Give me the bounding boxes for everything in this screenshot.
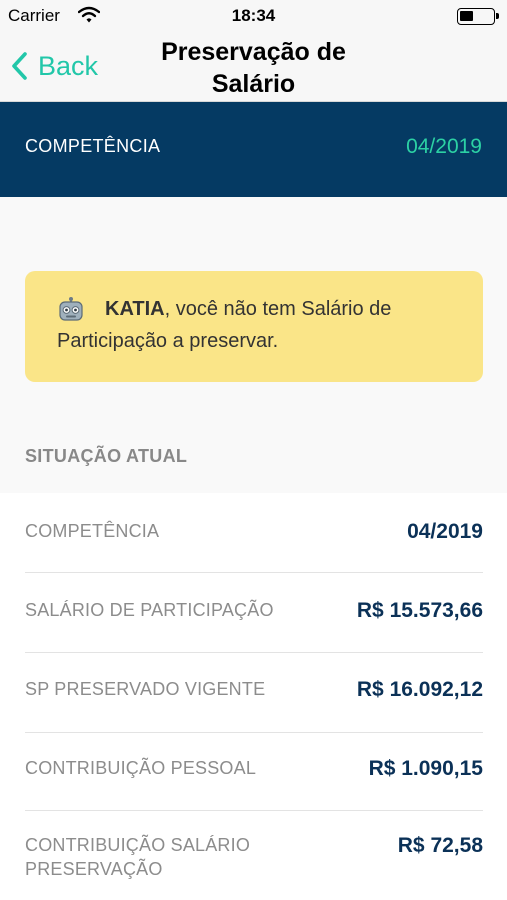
status-bar: Carrier 18:34 [0, 0, 507, 32]
table-row: SP PRESERVADO VIGENTE R$ 16.092,12 [25, 653, 483, 733]
row-label: CONTRIBUIÇÃO PESSOAL [25, 758, 257, 778]
row-label-line1: CONTRIBUIÇÃO SALÁRIO [25, 835, 251, 855]
notice-user-name: KATIA [105, 298, 165, 320]
page-title: Preservação de Salário [130, 36, 377, 100]
page-title-line2: Salário [211, 70, 296, 98]
row-value: R$ 15.573,66 [356, 599, 483, 622]
competencia-banner-label: COMPETÊNCIA [25, 136, 161, 156]
table-row: CONTRIBUIÇÃO SALÁRIO PRESERVAÇÃO R$ 72,5… [25, 811, 483, 900]
back-chevron-icon [12, 52, 27, 80]
table-row: CONTRIBUIÇÃO PESSOAL R$ 1.090,15 [25, 733, 483, 811]
back-label: Back [38, 50, 99, 81]
navigation-bar: Back Preservação de Salário [0, 32, 507, 102]
competencia-banner: COMPETÊNCIA 04/2019 [0, 102, 507, 197]
section-title: SITUAÇÃO ATUAL [25, 446, 188, 466]
page-title-line1: Preservação de [161, 38, 346, 66]
row-label: CONTRIBUIÇÃO SALÁRIO PRESERVAÇÃO [25, 833, 250, 881]
row-value: R$ 72,58 [397, 834, 483, 857]
row-label: SALÁRIO DE PARTICIPAÇÃO [25, 600, 274, 620]
table-row: SALÁRIO DE PARTICIPAÇÃO R$ 15.573,66 [25, 573, 483, 653]
notice-message: KATIA, você não tem Salário de Participa… [57, 293, 467, 357]
row-label: SP PRESERVADO VIGENTE [25, 679, 266, 699]
battery-icon [457, 8, 499, 25]
row-value: R$ 16.092,12 [356, 678, 483, 701]
table-row: COMPETÊNCIA 04/2019 [25, 493, 483, 573]
row-value: 04/2019 [407, 520, 483, 543]
notice-card: KATIA, você não tem Salário de Participa… [25, 271, 483, 382]
row-value: R$ 1.090,15 [368, 757, 483, 780]
competencia-banner-value: 04/2019 [406, 135, 482, 158]
back-button[interactable]: Back [10, 48, 98, 84]
row-label-line2: PRESERVAÇÃO [25, 859, 163, 879]
row-label: COMPETÊNCIA [25, 521, 160, 541]
clock: 18:34 [231, 6, 276, 25]
situacao-table: COMPETÊNCIA 04/2019 SALÁRIO DE PARTICIPA… [0, 493, 507, 900]
